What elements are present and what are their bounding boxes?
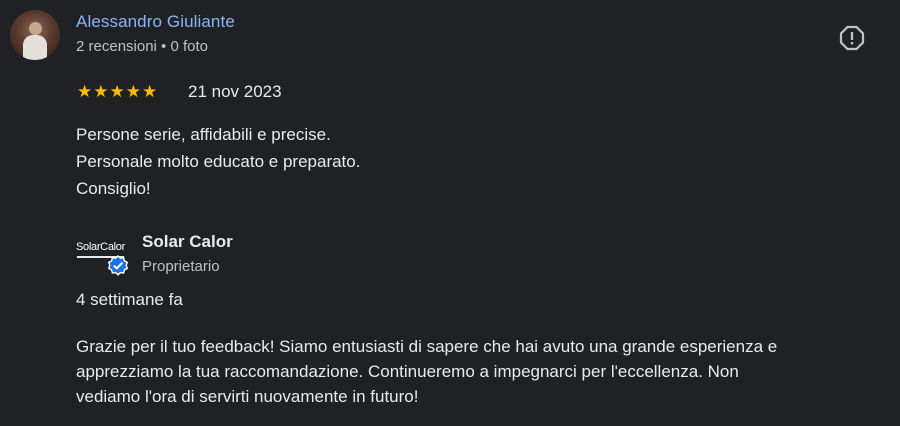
avatar-torso bbox=[23, 35, 47, 60]
owner-role: Proprietario bbox=[142, 258, 220, 275]
reply-text-line: apprezziamo la tua raccomandazione. Cont… bbox=[76, 362, 739, 381]
owner-logo: SolarCalor bbox=[76, 236, 130, 276]
reviewer-meta: 2 recensioni • 0 foto bbox=[76, 38, 208, 55]
reply-text-line: vediamo l'ora di servirti nuovamente in … bbox=[76, 387, 419, 406]
reply-time: 4 settimane fa bbox=[76, 290, 183, 309]
reviewer-avatar[interactable] bbox=[10, 10, 60, 60]
review-text: Persone serie, affidabili e precise. Per… bbox=[76, 121, 360, 202]
reviewer-name-link[interactable]: Alessandro Giuliante bbox=[76, 12, 235, 32]
review-text-line: Persone serie, affidabili e precise. bbox=[76, 125, 331, 144]
owner-logo-text: SolarCalor bbox=[76, 241, 125, 253]
reply-text-line: Grazie per il tuo feedback! Siamo entusi… bbox=[76, 337, 778, 356]
reply-text: Grazie per il tuo feedback! Siamo entusi… bbox=[76, 334, 777, 409]
review-text-line: Consiglio! bbox=[76, 179, 151, 198]
star-rating: ★★★★★ bbox=[77, 82, 159, 101]
review-date: 21 nov 2023 bbox=[188, 82, 282, 101]
review-text-line: Personale molto educato e preparato. bbox=[76, 152, 361, 171]
avatar-head bbox=[29, 22, 42, 35]
verified-badge-icon bbox=[107, 255, 129, 276]
owner-name: Solar Calor bbox=[142, 232, 233, 251]
report-icon bbox=[839, 25, 865, 51]
report-button[interactable] bbox=[838, 24, 866, 52]
